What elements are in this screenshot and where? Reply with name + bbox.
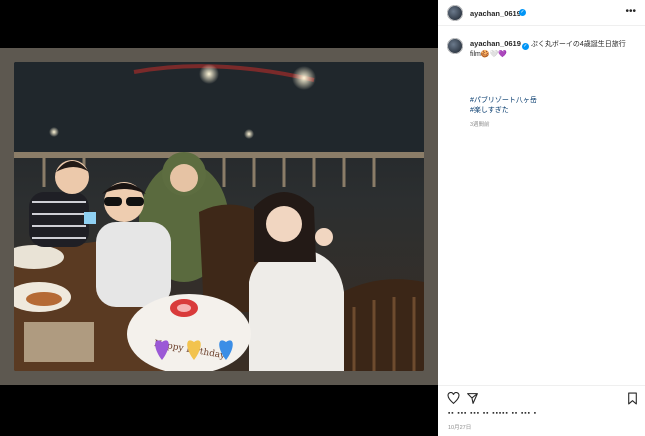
- media-pane: Happy Birthday: [0, 0, 438, 436]
- post-header: ayachan_0619 ✓ •••: [438, 0, 645, 26]
- likes-text[interactable]: ▪▪ ▪▪▪ ▪▪▪ ▪▪ ▪▪▪▪▪ ▪▪ ▪▪▪ ▪: [448, 410, 537, 417]
- heart-icon[interactable]: [447, 392, 460, 405]
- photo-frame: Happy Birthday: [0, 48, 438, 385]
- post-details: ayachan_0619 ✓ ••• ayachan_0619 ✓ ぷく丸ボーイの4…: [438, 0, 645, 436]
- verified-badge-icon: ✓: [521, 43, 529, 50]
- caption-emojis: 🍪🤍💜: [480, 51, 508, 58]
- hashtag-link[interactable]: #パブリゾート八ヶ岳: [470, 96, 537, 106]
- verified-badge-icon: ✓: [519, 9, 526, 16]
- post-photo[interactable]: Happy Birthday: [14, 62, 424, 371]
- timestamp: 3週間前: [470, 122, 490, 128]
- bookmark-icon[interactable]: [626, 392, 639, 405]
- hashtags: #パブリゾート八ヶ岳 #楽しすぎた: [470, 96, 537, 115]
- avatar[interactable]: [447, 5, 463, 21]
- caption-avatar[interactable]: [447, 38, 463, 54]
- hashtag-link[interactable]: #楽しすぎた: [470, 106, 537, 116]
- caption-username[interactable]: ayachan_0619: [470, 39, 521, 48]
- action-bar: [438, 385, 645, 407]
- caption-text: ayachan_0619 ✓ ぷく丸ボーイの4歳誕生日旅行film🍪🤍💜: [470, 39, 635, 60]
- more-horizontal-icon[interactable]: •••: [625, 6, 636, 17]
- username-link[interactable]: ayachan_0619: [470, 9, 521, 18]
- post-date: 10月27日: [448, 425, 472, 431]
- share-icon[interactable]: [466, 392, 479, 405]
